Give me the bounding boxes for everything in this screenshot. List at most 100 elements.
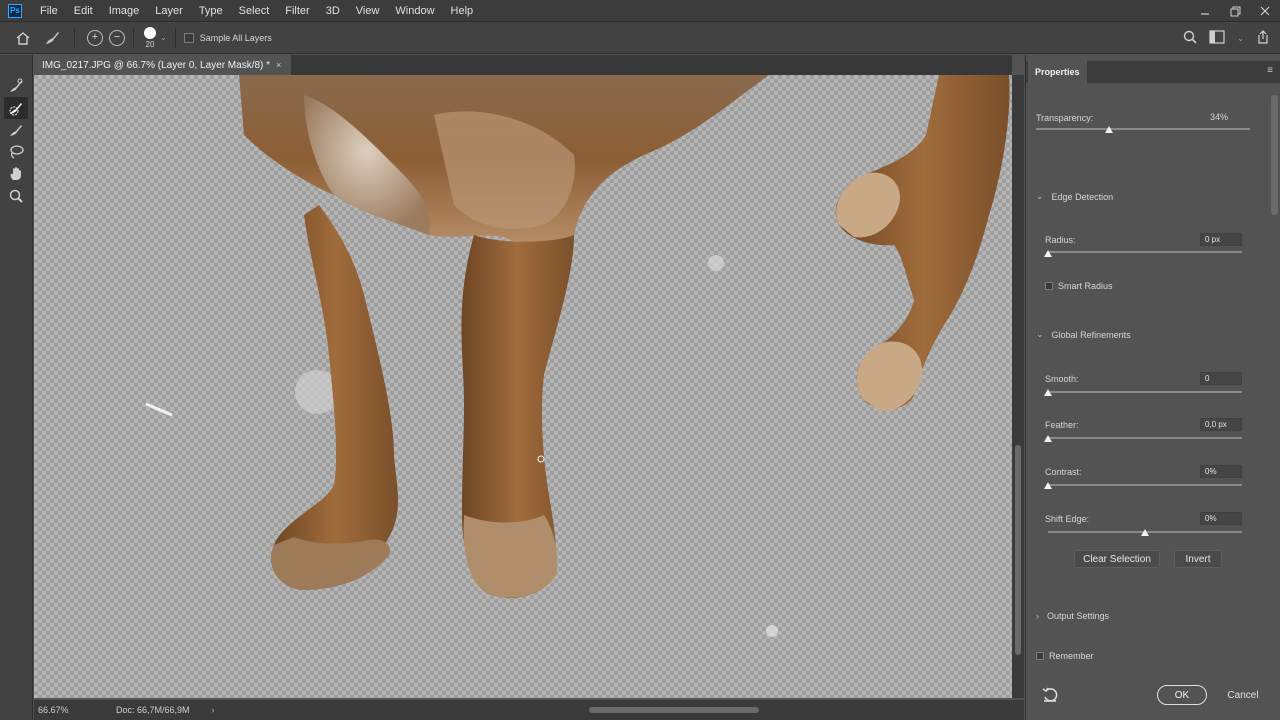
options-right-group: ⌄ [1183,22,1270,54]
subtract-from-mask-icon[interactable]: − [109,29,125,46]
zoom-tool-icon[interactable] [4,185,28,207]
canvas-vertical-scrollbar[interactable] [1012,75,1024,698]
chevron-right-icon: › [1036,611,1039,621]
global-refinements-title: Global Refinements [1051,329,1131,340]
vertical-scroll-thumb[interactable] [1015,445,1021,655]
shift-edge-label: Shift Edge: [1045,514,1090,524]
menu-filter[interactable]: Filter [277,0,317,22]
menu-window[interactable]: Window [387,0,442,22]
refine-edge-toolbar [0,55,33,720]
snow-spot [708,255,724,271]
document-size: Doc: 66,7M/66,9M [116,705,190,715]
feather-label: Feather: [1045,420,1079,430]
contrast-slider-thumb[interactable] [1044,482,1052,489]
dog-right-paw [463,515,558,598]
reset-workspace-icon[interactable] [1042,687,1058,706]
quick-selection-tool-icon[interactable] [4,75,28,97]
cancel-button[interactable]: Cancel [1218,685,1268,705]
menu-edit[interactable]: Edit [66,0,101,22]
panel-scrollbar[interactable] [1271,95,1278,215]
smooth-value-field[interactable]: 0 [1200,372,1242,385]
invert-button[interactable]: Invert [1174,550,1222,568]
radius-value-field[interactable]: 0 px [1200,233,1242,246]
menu-help[interactable]: Help [443,0,482,22]
menu-select[interactable]: Select [231,0,278,22]
chevron-down-icon: ⌄ [1036,191,1044,201]
smart-radius-label: Smart Radius [1058,281,1113,291]
global-refinements-section[interactable]: ⌄ Global Refinements [1036,329,1131,340]
menu-file[interactable]: File [32,0,66,22]
shift-edge-slider-thumb[interactable] [1141,529,1149,536]
restore-icon[interactable] [1220,0,1250,22]
options-bar: + − 20 ⌄ Sample All Layers ⌄ [0,22,1280,54]
workspace-layout-icon[interactable] [1209,29,1225,47]
dog-left-paw [270,537,391,590]
transparency-slider-track[interactable] [1036,128,1250,130]
smart-radius-checkbox[interactable] [1045,282,1053,290]
home-icon[interactable] [8,31,38,45]
properties-tab[interactable]: Properties [1028,61,1087,83]
photoshop-logo-icon: Ps [8,3,22,18]
radius-slider-track[interactable] [1048,251,1242,253]
transparency-value[interactable]: 34% [1210,112,1228,122]
horizontal-scroll-thumb[interactable] [589,707,759,713]
smooth-slider-thumb[interactable] [1044,389,1052,396]
brush-tool-icon[interactable] [4,119,28,141]
close-icon[interactable] [1250,0,1280,22]
lasso-tool-icon[interactable] [4,141,28,163]
remember-checkbox[interactable] [1036,652,1044,660]
hand-tool-icon[interactable] [4,163,28,185]
dog-legs-image [145,75,1010,637]
output-settings-section[interactable]: › Output Settings [1036,611,1109,621]
zoom-level[interactable]: 66.67% [38,705,98,715]
divider [74,27,75,48]
smooth-slider-track[interactable] [1048,391,1242,393]
ok-button[interactable]: OK [1157,685,1207,705]
smooth-label: Smooth: [1045,374,1079,384]
refine-edge-brush-tool-icon[interactable] [4,97,28,119]
feather-value-field[interactable]: 0,0 px [1200,418,1242,431]
clear-selection-button[interactable]: Clear Selection [1074,550,1160,568]
transparency-slider-thumb[interactable] [1104,126,1113,133]
menu-3d[interactable]: 3D [318,0,348,22]
share-icon[interactable] [1256,29,1270,47]
panel-tab-bar: Properties ≡ [1026,61,1280,83]
sample-all-layers-checkbox[interactable] [183,32,194,43]
feather-slider-track[interactable] [1048,437,1242,439]
panel-menu-icon[interactable]: ≡ [1267,65,1273,76]
contrast-value-field[interactable]: 0% [1200,465,1242,478]
menu-type[interactable]: Type [191,0,231,22]
brush-size-picker[interactable]: 20 [144,26,156,49]
smart-radius-option[interactable]: Smart Radius [1045,281,1113,291]
divider [133,27,134,48]
dog-left-leg [271,205,398,587]
add-to-mask-icon[interactable]: + [87,29,103,46]
menu-image[interactable]: Image [101,0,148,22]
dog-hind-paw-lower [856,341,923,411]
search-icon[interactable] [1183,30,1197,47]
edge-detection-section[interactable]: ⌄ Edge Detection [1036,191,1113,202]
dog-hind-leg [835,75,1010,410]
menu-layer[interactable]: Layer [147,0,191,22]
remember-option[interactable]: Remember [1036,651,1094,661]
document-tab-title: IMG_0217.JPG @ 66.7% (Layer 0, Layer Mas… [42,59,271,71]
refine-brush-preset-icon[interactable] [38,30,66,46]
snow-spot [766,625,778,637]
feather-slider-thumb[interactable] [1044,435,1052,442]
minimize-icon[interactable] [1190,0,1220,22]
contrast-slider-track[interactable] [1048,484,1242,486]
menu-view[interactable]: View [348,0,388,22]
menu-bar: Ps File Edit Image Layer Type Select Fil… [0,0,1280,22]
close-tab-icon[interactable]: × [276,60,281,70]
radius-slider-thumb[interactable] [1044,250,1052,257]
transparency-label: Transparency: [1036,113,1094,123]
chevron-right-icon[interactable]: › [212,705,215,715]
chevron-down-icon[interactable]: ⌄ [1237,34,1244,43]
shift-edge-value-field[interactable]: 0% [1200,512,1242,525]
output-settings-title: Output Settings [1047,611,1110,621]
document-tab[interactable]: IMG_0217.JPG @ 66.7% (Layer 0, Layer Mas… [34,55,292,75]
image-canvas[interactable] [34,75,1012,698]
document-tab-bar: IMG_0217.JPG @ 66.7% (Layer 0, Layer Mas… [34,55,1012,75]
snow-streak [145,402,173,417]
chevron-down-icon[interactable]: ⌄ [160,33,167,42]
